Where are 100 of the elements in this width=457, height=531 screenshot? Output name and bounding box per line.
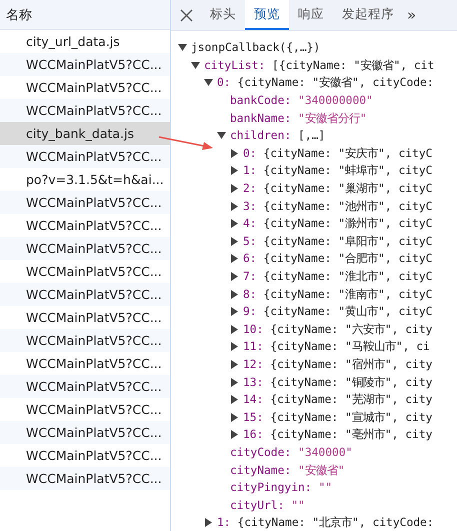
expanded-triangle-icon[interactable]	[178, 43, 187, 52]
collapsed-triangle-icon[interactable]	[230, 324, 239, 334]
property-key: 3:	[243, 200, 257, 213]
property-value: {cityName: "安庆市", cityC	[263, 146, 432, 161]
expanded-triangle-icon[interactable]	[204, 78, 213, 88]
collapsed-triangle-icon[interactable]	[230, 236, 239, 246]
request-item[interactable]: WCCMainPlatV5?CC...	[0, 260, 170, 283]
more-tabs-button[interactable]: »	[403, 0, 416, 30]
property-value: {cityName: "安徽省", cityCode:	[237, 75, 434, 90]
request-item[interactable]: WCCMainPlatV5?CC...	[0, 145, 170, 168]
request-item[interactable]: WCCMainPlatV5?CC...	[0, 53, 170, 76]
request-item[interactable]: WCCMainPlatV5?CC...	[0, 398, 170, 421]
request-item[interactable]: WCCMainPlatV5?CC...	[0, 99, 170, 122]
collapsed-triangle-icon[interactable]	[230, 307, 239, 316]
property-key: 0:	[217, 76, 231, 90]
collapsed-triangle-icon[interactable]	[230, 378, 239, 387]
property-value: {cityName: "马鞍山市", ci	[270, 339, 430, 354]
collapsed-triangle-icon[interactable]	[230, 412, 239, 422]
property-value: {cityName: "北京市", cityCode:	[237, 515, 434, 530]
property-value: {cityName: "黄山市", cityC	[263, 304, 432, 320]
property-value: {cityName: "滁州市", cityC	[263, 216, 432, 232]
property-value: {cityName: "芜湖市", city	[270, 392, 432, 408]
collapsed-triangle-icon[interactable]	[230, 202, 239, 211]
property-key: 2:	[243, 182, 257, 196]
property-value: "340000"	[298, 446, 352, 459]
property-value: "安徽省"	[298, 462, 345, 478]
property-value: {cityName: "阜阳市", cityC	[263, 234, 432, 249]
expanded-triangle-icon[interactable]	[191, 60, 200, 70]
arrow-annotation	[158, 134, 214, 152]
tab[interactable]: 发起程序	[333, 0, 403, 30]
request-item[interactable]: WCCMainPlatV5?CC...	[0, 329, 170, 352]
collapsed-triangle-icon[interactable]	[230, 254, 239, 264]
collapsed-triangle-icon[interactable]	[230, 342, 239, 352]
collapsed-triangle-icon[interactable]	[230, 219, 239, 228]
property-key: 6:	[243, 252, 257, 266]
collapsed-triangle-icon[interactable]	[230, 395, 239, 404]
collapsed-triangle-icon[interactable]	[204, 518, 213, 528]
property-key: 4:	[243, 217, 257, 230]
tab[interactable]: 标头	[201, 0, 245, 30]
collapsed-triangle-icon[interactable]	[230, 272, 239, 282]
property-key: 12:	[243, 358, 264, 371]
request-item[interactable]: WCCMainPlatV5?CC...	[0, 352, 170, 375]
property-key: 15:	[243, 410, 264, 424]
property-value: {cityName: "巢湖市", cityC	[263, 181, 432, 196]
request-item[interactable]: WCCMainPlatV5?CC...	[0, 467, 170, 490]
request-item[interactable]: city_bank_data.js	[0, 122, 170, 145]
collapsed-triangle-icon[interactable]	[230, 166, 239, 176]
expanded-triangle-icon[interactable]	[217, 131, 226, 140]
property-value: {cityName: "池州市", cityC	[263, 198, 432, 214]
property-key: 10:	[243, 322, 264, 336]
tab[interactable]: 响应	[289, 0, 333, 30]
property-key: 9:	[243, 305, 257, 318]
property-key: cityCode:	[230, 446, 292, 459]
property-key: cityList:	[204, 58, 266, 72]
property-key: 14:	[243, 393, 264, 406]
property-key: 16:	[243, 428, 264, 442]
tab[interactable]: 预览	[245, 0, 289, 30]
property-value: {cityName: "亳州市", city	[270, 427, 432, 442]
callback-label: jsonpCallback({,…})	[191, 41, 320, 54]
request-item[interactable]: WCCMainPlatV5?CC...	[0, 444, 170, 467]
property-value: [{cityName: "安徽省", cit	[272, 58, 434, 73]
property-key: cityUrl:	[230, 498, 284, 512]
property-key: 1:	[217, 516, 231, 530]
property-value: {cityName: "宣城市", city	[270, 410, 432, 425]
property-value: {cityName: "淮北市", cityC	[263, 269, 432, 284]
collapsed-triangle-icon[interactable]	[230, 184, 239, 194]
property-key: cityName:	[230, 464, 292, 477]
property-key: 13:	[243, 376, 264, 389]
property-value: {cityName: "铜陵市", city	[270, 374, 432, 390]
property-key: cityPingyin:	[230, 481, 312, 494]
request-item[interactable]: WCCMainPlatV5?CC...	[0, 306, 170, 329]
property-value: {cityName: "六安市", city	[270, 322, 432, 337]
property-value: ""	[318, 481, 332, 494]
property-value: {cityName: "淮南市", cityC	[263, 286, 432, 302]
property-value: "安徽省分行"	[298, 110, 367, 126]
request-item[interactable]: WCCMainPlatV5?CC...	[0, 214, 170, 237]
request-item[interactable]: WCCMainPlatV5?CC...	[0, 237, 170, 260]
property-key: 8:	[243, 288, 257, 301]
property-value: ""	[291, 498, 305, 512]
collapsed-triangle-icon[interactable]	[230, 290, 239, 299]
property-value: {cityName: "合肥市", cityC	[263, 251, 432, 266]
property-key: 0:	[243, 146, 257, 160]
collapsed-triangle-icon[interactable]	[230, 430, 239, 440]
property-key: 1:	[243, 164, 257, 178]
property-key: bankName:	[230, 112, 292, 125]
property-value: {cityName: "宿州市", city	[270, 356, 432, 372]
property-value: {cityName: "蚌埠市", cityC	[263, 163, 432, 178]
collapsed-triangle-icon[interactable]	[230, 360, 239, 369]
property-key: bankCode:	[230, 94, 292, 108]
close-icon[interactable]	[180, 8, 192, 22]
request-item[interactable]: WCCMainPlatV5?CC...	[0, 283, 170, 306]
property-value: "340000000"	[298, 94, 373, 108]
collapsed-triangle-icon[interactable]	[230, 148, 239, 158]
request-item[interactable]: WCCMainPlatV5?CC...	[0, 375, 170, 398]
request-item[interactable]: WCCMainPlatV5?CC...	[0, 421, 170, 444]
request-item[interactable]: city_url_data.js	[0, 30, 170, 53]
request-item[interactable]: WCCMainPlatV5?CC...	[0, 191, 170, 214]
request-item[interactable]: po?v=3.1.5&t=h&ai...	[0, 168, 170, 191]
property-key: 11:	[243, 340, 264, 354]
request-item[interactable]: WCCMainPlatV5?CC...	[0, 76, 170, 99]
